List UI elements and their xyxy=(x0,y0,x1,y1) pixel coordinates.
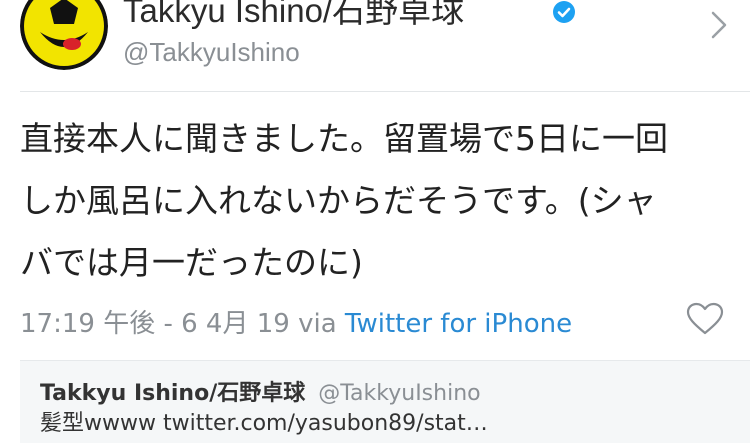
tweet-meta: 17:19 午後 - 6 4月 19 via Twitter for iPhon… xyxy=(20,303,572,340)
quoted-author-name: Takkyu Ishino/石野卓球 xyxy=(40,381,306,406)
tweet-text: 直接本人に聞きました。留置場で5日に一回 しか風呂に入れないからだそうです。(シ… xyxy=(20,108,735,294)
quoted-author-handle: @TakkyuIshino xyxy=(318,381,481,406)
verified-badge-icon xyxy=(553,1,575,23)
tweet-text-line: 直接本人に聞きました。留置場で5日に一回 xyxy=(20,119,668,158)
tweet-timestamp[interactable]: 17:19 午後 - 6 4月 19 xyxy=(20,309,290,339)
quoted-tweet-header: Takkyu Ishino/石野卓球 @TakkyuIshino xyxy=(40,375,481,407)
tweet-source-link[interactable]: Twitter for iPhone xyxy=(345,309,572,339)
author-handle[interactable]: @TakkyuIshino xyxy=(123,37,300,68)
tweet-text-line: バでは月一だったのに) xyxy=(20,243,363,282)
quoted-tweet-text[interactable]: 髪型wwww twitter.com/yasubon89/stat… xyxy=(40,405,488,437)
heart-icon[interactable] xyxy=(686,302,724,336)
tweet-detail-screen: Takkyu Ishino/石野卓球 @TakkyuIshino 直接本人に聞き… xyxy=(0,0,750,443)
chevron-right-icon[interactable] xyxy=(710,10,728,40)
avatar[interactable] xyxy=(20,0,108,70)
author-display-name[interactable]: Takkyu Ishino/石野卓球 xyxy=(123,0,464,32)
quoted-tweet-card[interactable]: Takkyu Ishino/石野卓球 @TakkyuIshino 髪型wwww … xyxy=(20,360,750,443)
tweet-via: via xyxy=(298,309,337,339)
tweet-author-header[interactable]: Takkyu Ishino/石野卓球 @TakkyuIshino xyxy=(0,0,750,92)
tweet-text-line: しか風呂に入れないからだそうです。(シャ xyxy=(20,181,657,220)
header-divider xyxy=(20,91,750,92)
avatar-smiley-icon xyxy=(20,0,108,70)
